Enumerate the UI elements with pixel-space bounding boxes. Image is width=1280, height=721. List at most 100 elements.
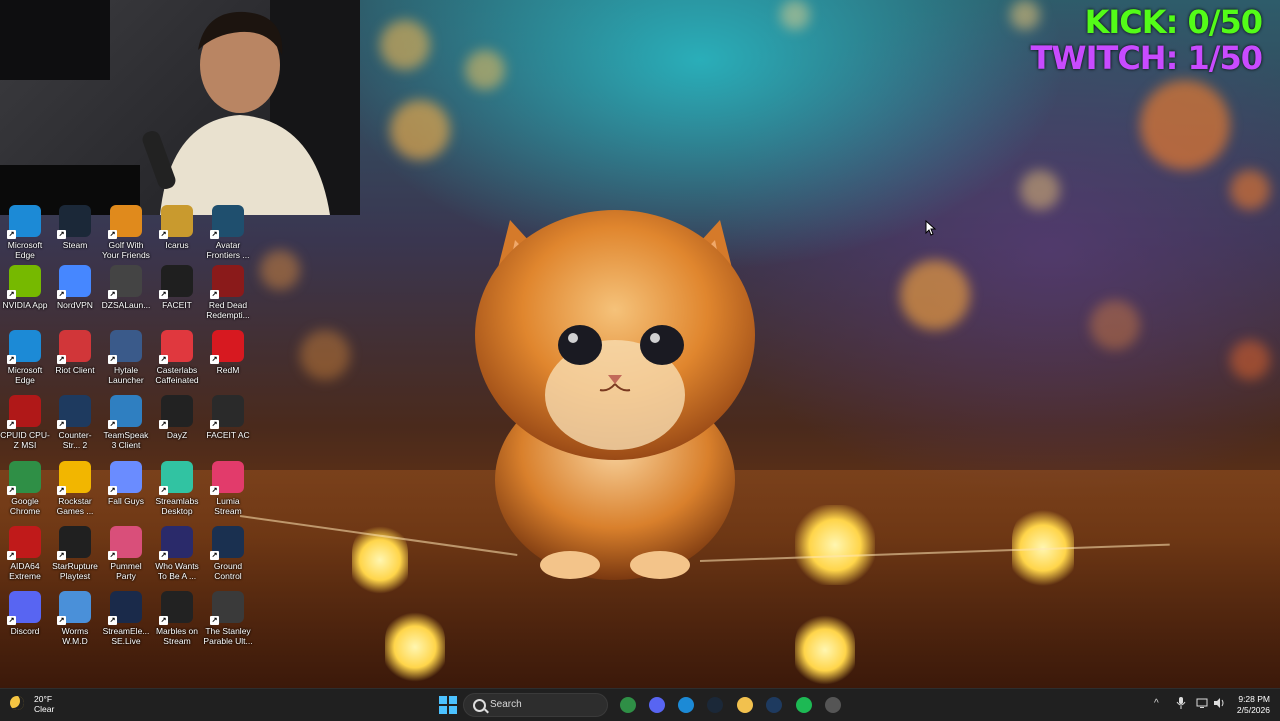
shortcut-arrow-icon: ↗	[108, 551, 117, 560]
shortcut-arrow-icon: ↗	[7, 290, 16, 299]
hytale-icon: ↗	[108, 330, 142, 364]
search-placeholder: Search	[490, 699, 522, 710]
desktop-icon-label: Avatar Frontiers ...	[206, 240, 250, 260]
starrupture-icon: ↗	[57, 526, 91, 560]
desktop-icon-redm[interactable]: ↗ RedM	[203, 330, 253, 375]
taskbar-file-explorer-button[interactable]	[735, 695, 755, 715]
weather-temperature: 20°F	[34, 694, 53, 704]
taskbar-steam-button[interactable]	[705, 695, 725, 715]
faceit-icon: ↗	[159, 265, 193, 299]
desktop-icon-label: Golf With Your Friends	[102, 240, 150, 260]
taskbar-spotify-button[interactable]	[794, 695, 814, 715]
edge-icon: ↗	[7, 205, 41, 239]
desktop-icon-casterlabs[interactable]: ↗ Casterlabs Caffeinated	[152, 330, 202, 385]
shortcut-arrow-icon: ↗	[159, 486, 168, 495]
desktop-icon-nvidia[interactable]: ↗ NVIDIA App	[0, 265, 50, 310]
desktop-icon-edge[interactable]: ↗ Microsoft Edge	[0, 205, 50, 260]
network-icon[interactable]	[1196, 697, 1208, 712]
desktop-icon-icarus[interactable]: ↗ Icarus	[152, 205, 202, 250]
webcam-overlay	[0, 0, 360, 215]
taskbar-chrome-button[interactable]	[618, 695, 638, 715]
desktop-icon-label: Counter-Str... 2	[58, 430, 92, 450]
desktop-icon-stanley[interactable]: ↗ The Stanley Parable Ult...	[203, 591, 253, 646]
clock-time: 9:28 PM	[1238, 694, 1270, 704]
desktop-icon-label: Worms W.M.D	[61, 626, 89, 646]
desktop-icon-millionaire[interactable]: ↗ Who Wants To Be A ...	[152, 526, 202, 581]
desktop-icon-steam[interactable]: ↗ Steam	[50, 205, 100, 250]
shortcut-arrow-icon: ↗	[159, 551, 168, 560]
start-button[interactable]	[439, 696, 457, 714]
desktop-icon-label: Fall Guys	[108, 496, 144, 506]
taskbar-clock[interactable]: 9:28 PM 2/5/2026	[1237, 694, 1270, 716]
microphone-icon[interactable]	[1176, 697, 1186, 712]
desktop-icon-avatar[interactable]: ↗ Avatar Frontiers ...	[203, 205, 253, 260]
desktop-icon-streamelements[interactable]: ↗ StreamEle... SE.Live	[101, 591, 151, 646]
desktop-icon-cpuz[interactable]: ↗ CPUID CPU-Z MSI	[0, 395, 50, 450]
taskbar-app-icon-2-button[interactable]	[823, 695, 843, 715]
golf-icon: ↗	[108, 205, 142, 239]
taskbar-edge-button[interactable]	[676, 695, 696, 715]
icarus-icon: ↗	[159, 205, 193, 239]
app-icon-2	[825, 697, 841, 713]
desktop-icon-hytale[interactable]: ↗ Hytale Launcher	[101, 330, 151, 385]
desktop-icon-rockstar[interactable]: ↗ Rockstar Games ...	[50, 461, 100, 516]
desktop-icon-dzsa[interactable]: ↗ DZSALaun...	[101, 265, 151, 310]
shortcut-arrow-icon: ↗	[7, 230, 16, 239]
marbles-icon: ↗	[159, 591, 193, 625]
desktop-icon-label: AIDA64 Extreme	[9, 561, 41, 581]
taskbar-app-button[interactable]	[764, 695, 784, 715]
shortcut-arrow-icon: ↗	[159, 355, 168, 364]
desktop-icon-faceit-ac[interactable]: ↗ FACEIT AC	[203, 395, 253, 440]
avatar-icon: ↗	[210, 205, 244, 239]
desktop-icon-starrupture[interactable]: ↗ StarRupture Playtest	[50, 526, 100, 581]
desktop-icon-label: CPUID CPU-Z MSI	[0, 430, 50, 450]
chrome-icon	[620, 697, 636, 713]
desktop-icon-golf[interactable]: ↗ Golf With Your Friends	[101, 205, 151, 260]
desktop-icon-edge[interactable]: ↗ Microsoft Edge	[0, 330, 50, 385]
desktop-icon-label: NVIDIA App	[2, 300, 48, 310]
rdr-icon: ↗	[210, 265, 244, 299]
desktop-icon-label: Casterlabs Caffeinated	[155, 365, 199, 385]
desktop-icon-streamlabs[interactable]: ↗ Streamlabs Desktop	[152, 461, 202, 516]
desktop-icon-riot[interactable]: ↗ Riot Client	[50, 330, 100, 375]
show-hidden-icons-chevron-icon[interactable]: ^	[1154, 698, 1159, 709]
desktop-icon-label: Icarus	[165, 240, 189, 250]
windows-logo-icon	[439, 696, 457, 714]
desktop-icon-pummel[interactable]: ↗ Pummel Party	[101, 526, 151, 581]
taskbar-discord-button[interactable]	[647, 695, 667, 715]
desktop-icon-nordvpn[interactable]: ↗ NordVPN	[50, 265, 100, 310]
groundcontrol-icon: ↗	[210, 526, 244, 560]
desktop-icon-groundcontrol[interactable]: ↗ Ground Control	[203, 526, 253, 581]
shortcut-arrow-icon: ↗	[57, 230, 66, 239]
steam-icon	[707, 697, 723, 713]
desktop-icon-chrome[interactable]: ↗ Google Chrome	[0, 461, 50, 516]
desktop-icon-label: Microsoft Edge	[7, 240, 43, 260]
desktop-icon-lumia[interactable]: ↗ Lumia Stream	[203, 461, 253, 516]
mouse-cursor-icon	[925, 220, 937, 236]
desktop-icon-label: Google Chrome	[9, 496, 41, 516]
shortcut-arrow-icon: ↗	[210, 420, 219, 429]
taskbar-search-box[interactable]: Search	[463, 693, 608, 717]
desktop-icon-fallguys[interactable]: ↗ Fall Guys	[101, 461, 151, 506]
clock-date: 2/5/2026	[1236, 705, 1270, 715]
faceit-ac-icon: ↗	[210, 395, 244, 429]
desktop-icon-label: The Stanley Parable Ult...	[203, 626, 253, 646]
shortcut-arrow-icon: ↗	[210, 616, 219, 625]
desktop-icon-label: Streamlabs Desktop	[155, 496, 199, 516]
twitch-counter: TWITCH: 1/50	[1030, 39, 1263, 77]
desktop-icon-dayz[interactable]: ↗ DayZ	[152, 395, 202, 440]
streamlabs-icon: ↗	[159, 461, 193, 495]
desktop-icon-label: DayZ	[166, 430, 188, 440]
desktop-icon-teamspeak[interactable]: ↗ TeamSpeak 3 Client	[101, 395, 151, 450]
desktop-icon-faceit[interactable]: ↗ FACEIT	[152, 265, 202, 310]
desktop-icon-aida64[interactable]: ↗ AIDA64 Extreme	[0, 526, 50, 581]
desktop-icon-label: StarRupture Playtest	[52, 561, 98, 581]
redm-icon: ↗	[210, 330, 244, 364]
desktop-icon-rdr[interactable]: ↗ Red Dead Redempti...	[203, 265, 253, 320]
volume-icon[interactable]	[1213, 697, 1225, 712]
desktop-icon-cs2[interactable]: ↗ Counter-Str... 2	[50, 395, 100, 450]
desktop-icon-marbles[interactable]: ↗ Marbles on Stream	[152, 591, 202, 646]
streamer-person	[142, 11, 330, 215]
desktop-icon-worms[interactable]: ↗ Worms W.M.D	[50, 591, 100, 646]
desktop-icon-discord[interactable]: ↗ Discord	[0, 591, 50, 636]
